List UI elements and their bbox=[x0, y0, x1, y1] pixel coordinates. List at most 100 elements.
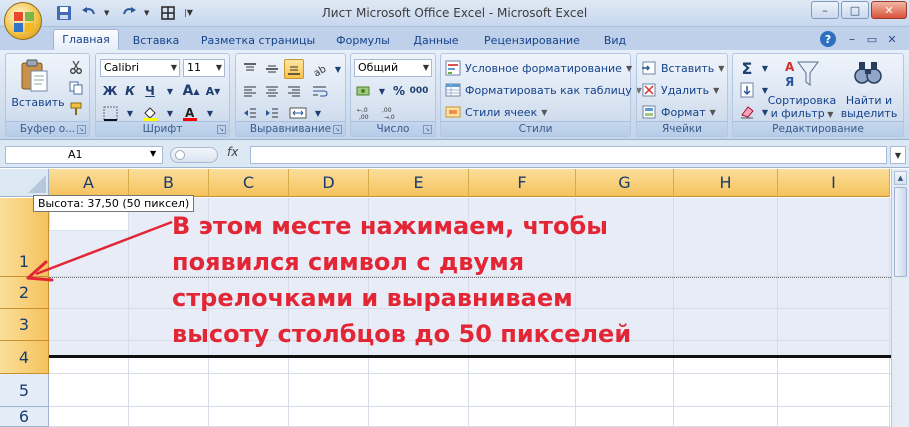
borders-dropdown-icon[interactable]: ▼ bbox=[120, 103, 140, 123]
fill-color-dropdown-icon[interactable]: ▼ bbox=[160, 103, 180, 123]
conditional-formatting-button[interactable]: Условное форматирование ▼ bbox=[445, 58, 632, 78]
decrease-font-icon[interactable]: A ▼ bbox=[203, 81, 223, 101]
align-middle-icon[interactable] bbox=[262, 59, 282, 79]
sort-filter-label[interactable]: Сортировка и фильтр ▼ bbox=[767, 94, 837, 121]
format-as-table-button[interactable]: Форматировать как таблицу▼ bbox=[445, 80, 642, 100]
orientation-dropdown-icon[interactable]: ▼ bbox=[328, 59, 348, 79]
undo-dropdown-icon[interactable]: ▼ bbox=[104, 5, 114, 21]
customize-qat-icon[interactable]: |▼ bbox=[184, 5, 194, 21]
format-cells-button[interactable]: Формат ▼ bbox=[641, 102, 716, 122]
row-header-2[interactable]: 2 bbox=[0, 277, 49, 309]
minimize-button[interactable]: – bbox=[811, 1, 839, 19]
paste-icon[interactable] bbox=[16, 58, 52, 94]
row-header-5[interactable]: 5 bbox=[0, 374, 49, 407]
tab-formulas[interactable]: Формулы bbox=[328, 31, 398, 50]
font-color-icon[interactable]: A bbox=[180, 103, 200, 123]
redo-dropdown-icon[interactable]: ▼ bbox=[144, 5, 154, 21]
cell-styles-button[interactable]: Стили ячеек ▼ bbox=[445, 102, 547, 122]
cut-icon[interactable] bbox=[66, 57, 86, 77]
sort-filter-icon[interactable]: АЯ bbox=[785, 58, 819, 90]
currency-icon[interactable] bbox=[354, 81, 374, 101]
name-box[interactable]: A1 bbox=[5, 146, 163, 164]
ribbon-restore-icon[interactable]: ▭ bbox=[864, 31, 880, 47]
align-left-icon[interactable] bbox=[240, 81, 260, 101]
column-header-a[interactable]: A bbox=[49, 169, 129, 197]
column-header-i[interactable]: I bbox=[778, 169, 890, 197]
align-bottom-icon[interactable] bbox=[284, 59, 304, 79]
save-icon[interactable] bbox=[56, 5, 74, 21]
row-header-3[interactable]: 3 bbox=[0, 309, 49, 341]
insert-function-icon[interactable]: fx bbox=[227, 145, 238, 159]
column-header-e[interactable]: E bbox=[369, 169, 469, 197]
merge-dropdown-icon[interactable]: ▼ bbox=[308, 103, 328, 123]
column-header-d[interactable]: D bbox=[289, 169, 369, 197]
increase-decimal-icon[interactable]: ←,0,00 bbox=[356, 103, 376, 123]
font-name-select[interactable]: Calibri ▼ bbox=[100, 59, 180, 77]
row-header-4[interactable]: 4 bbox=[0, 341, 49, 374]
font-color-dropdown-icon[interactable]: ▼ bbox=[200, 103, 220, 123]
column-header-b[interactable]: B bbox=[129, 169, 209, 197]
align-right-icon[interactable] bbox=[284, 81, 304, 101]
fill-icon[interactable] bbox=[737, 80, 757, 100]
scrollbar-thumb[interactable] bbox=[894, 187, 907, 277]
tab-home[interactable]: Главная bbox=[53, 29, 119, 51]
paste-label[interactable]: Вставить bbox=[8, 96, 68, 109]
column-header-g[interactable]: G bbox=[576, 169, 674, 197]
alignment-launcher-icon[interactable]: ↘ bbox=[333, 125, 342, 134]
scroll-up-icon[interactable]: ▲ bbox=[894, 171, 907, 185]
ribbon-minimize-icon[interactable]: – bbox=[844, 31, 860, 47]
column-header-h[interactable]: H bbox=[674, 169, 778, 197]
select-all-corner[interactable] bbox=[0, 169, 49, 197]
underline-dropdown-icon[interactable]: ▼ bbox=[160, 81, 180, 101]
borders-icon[interactable] bbox=[100, 103, 120, 123]
number-format-select[interactable]: Общий ▼ bbox=[354, 59, 432, 77]
fill-color-icon[interactable] bbox=[140, 103, 160, 123]
tab-page-layout[interactable]: Разметка страницы bbox=[196, 31, 320, 50]
tab-view[interactable]: Вид bbox=[594, 31, 636, 50]
decrease-decimal-icon[interactable]: ,00 →,0 bbox=[381, 103, 401, 123]
maximize-button[interactable]: □ bbox=[841, 1, 869, 19]
redo-icon[interactable] bbox=[120, 5, 138, 21]
expand-formula-bar-icon[interactable]: ▼ bbox=[890, 146, 906, 164]
name-box-dropdown-icon[interactable]: ▼ bbox=[150, 149, 156, 158]
find-select-icon[interactable] bbox=[853, 58, 883, 90]
clipboard-launcher-icon[interactable]: ↘ bbox=[77, 125, 86, 134]
number-launcher-icon[interactable]: ↘ bbox=[423, 125, 432, 134]
formula-input[interactable] bbox=[250, 146, 887, 164]
merge-center-icon[interactable] bbox=[288, 103, 308, 123]
decrease-indent-icon[interactable] bbox=[240, 103, 260, 123]
percent-button[interactable]: % bbox=[389, 81, 409, 101]
formula-bar-splitter-icon[interactable] bbox=[170, 147, 218, 163]
column-header-f[interactable]: F bbox=[469, 169, 576, 197]
tab-review[interactable]: Рецензирование bbox=[478, 31, 586, 50]
row-header-6[interactable]: 6 bbox=[0, 407, 49, 427]
increase-font-icon[interactable]: A ▲ bbox=[181, 81, 201, 101]
italic-button[interactable]: К bbox=[120, 81, 140, 101]
format-painter-icon[interactable] bbox=[66, 99, 86, 119]
bold-button[interactable]: Ж bbox=[100, 81, 120, 101]
thousands-button[interactable]: 000 bbox=[409, 81, 429, 101]
tab-data[interactable]: Данные bbox=[404, 31, 468, 50]
clear-icon[interactable] bbox=[737, 102, 757, 122]
delete-cells-button[interactable]: Удалить ▼ bbox=[641, 80, 719, 100]
align-center-icon[interactable] bbox=[262, 81, 282, 101]
align-top-icon[interactable] bbox=[240, 59, 260, 79]
workbook-close-icon[interactable]: ✕ bbox=[884, 31, 900, 47]
autosum-dropdown-icon[interactable]: ▼ bbox=[755, 58, 775, 78]
vertical-scrollbar[interactable]: ▲ bbox=[891, 169, 909, 427]
tab-insert[interactable]: Вставка bbox=[124, 31, 188, 50]
borders-qat-icon[interactable] bbox=[160, 5, 178, 21]
undo-icon[interactable] bbox=[80, 5, 98, 21]
copy-icon[interactable] bbox=[66, 78, 86, 98]
insert-cells-button[interactable]: Вставить ▼ bbox=[641, 58, 724, 78]
wrap-text-icon[interactable] bbox=[310, 81, 330, 101]
help-icon[interactable]: ? bbox=[820, 31, 836, 47]
font-launcher-icon[interactable]: ↘ bbox=[217, 125, 226, 134]
orientation-icon[interactable]: ab bbox=[310, 59, 330, 79]
autosum-button[interactable]: Σ bbox=[737, 58, 757, 78]
close-button[interactable]: ✕ bbox=[871, 1, 907, 19]
column-header-c[interactable]: C bbox=[209, 169, 289, 197]
underline-button[interactable]: Ч bbox=[140, 81, 160, 101]
office-button[interactable] bbox=[4, 2, 42, 40]
increase-indent-icon[interactable] bbox=[262, 103, 282, 123]
